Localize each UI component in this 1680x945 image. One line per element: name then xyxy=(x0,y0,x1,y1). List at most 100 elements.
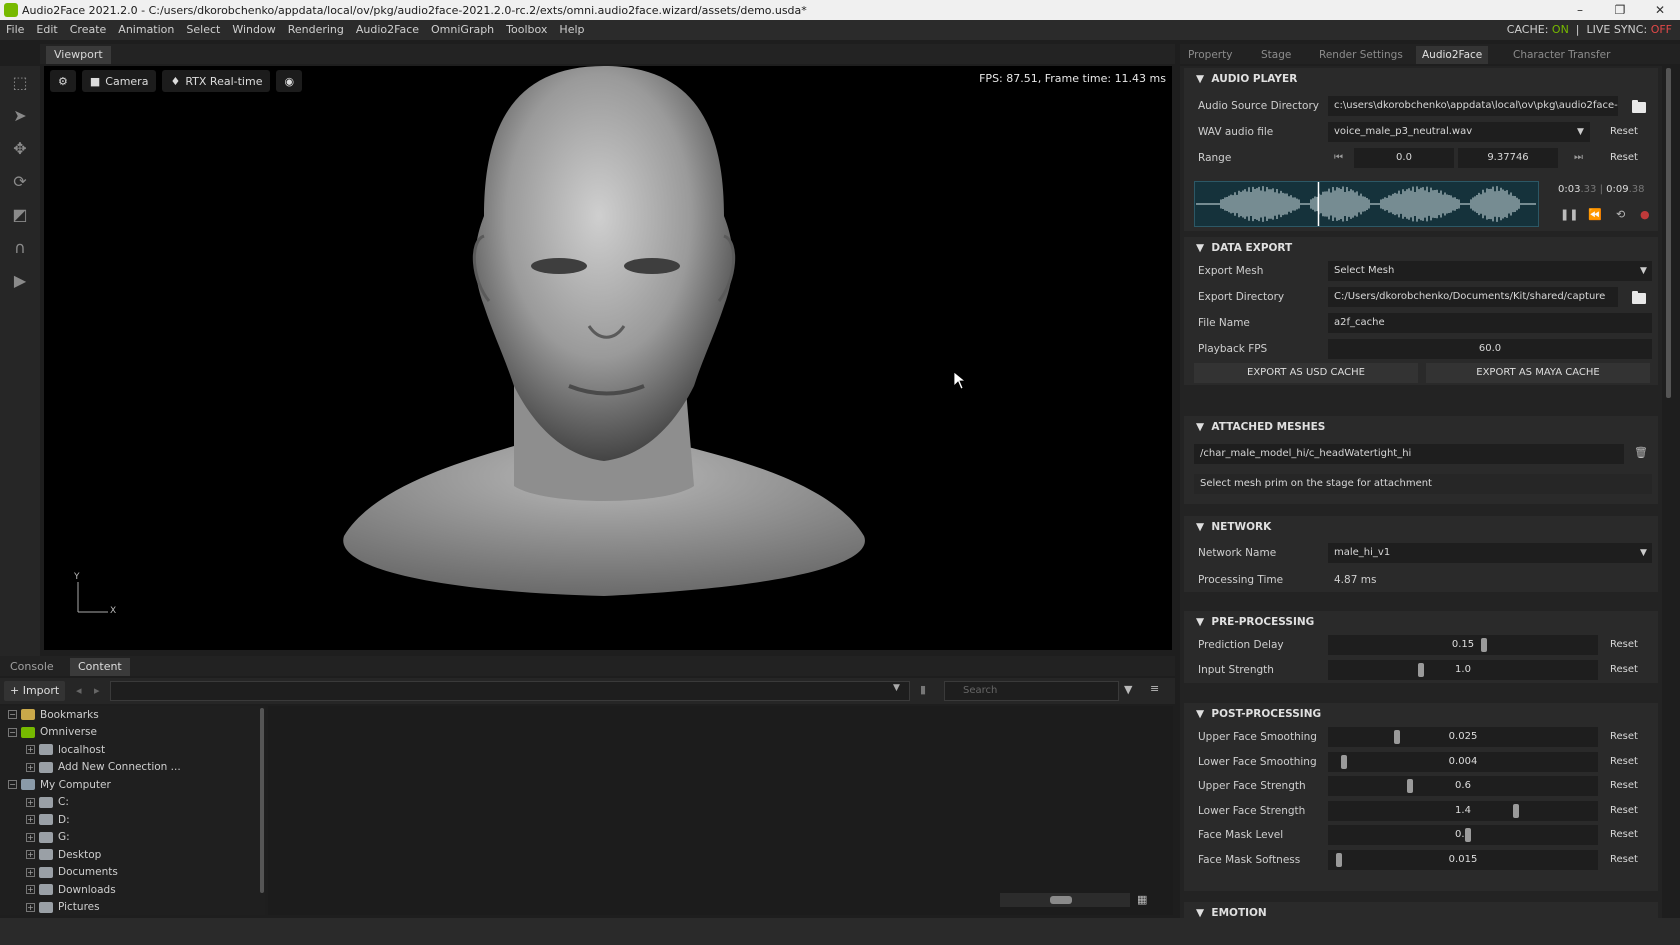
value-slider[interactable]: 1.0 xyxy=(1328,659,1598,680)
reset-button[interactable]: Reset xyxy=(1602,776,1646,796)
live-sync-status[interactable]: OFF xyxy=(1651,23,1672,36)
slider-knob[interactable] xyxy=(1341,754,1348,769)
tab-viewport[interactable]: Viewport xyxy=(46,46,111,64)
expand-icon[interactable]: + xyxy=(26,850,35,860)
expand-icon[interactable]: + xyxy=(26,885,35,895)
slider-knob[interactable] xyxy=(1512,803,1519,818)
slider-knob[interactable] xyxy=(1465,828,1472,842)
path-field[interactable] xyxy=(110,681,910,701)
menu-select[interactable]: Select xyxy=(180,20,226,40)
expand-icon[interactable]: + xyxy=(26,832,35,842)
play-icon[interactable]: ▶ xyxy=(0,264,40,297)
tree-item[interactable]: − Bookmarks xyxy=(0,706,265,724)
tree-item[interactable]: + Downloads xyxy=(0,881,265,899)
path-dropdown-icon[interactable]: ▼ xyxy=(893,683,900,693)
tab-character-transfer[interactable]: Character Transfer xyxy=(1507,46,1616,64)
collapse-icon[interactable]: − xyxy=(8,710,17,720)
reset-button[interactable]: Reset xyxy=(1602,635,1646,655)
chevron-down-icon[interactable]: ▼ xyxy=(1640,548,1647,558)
maximize-icon[interactable]: ❐ xyxy=(1600,0,1640,20)
range-end-icon[interactable]: ⏭ xyxy=(1574,152,1583,163)
menu-omnigraph[interactable]: OmniGraph xyxy=(425,20,500,40)
filter-icon[interactable]: ▼ xyxy=(1124,683,1132,696)
expand-icon[interactable]: + xyxy=(26,797,35,807)
slider-knob[interactable] xyxy=(1417,662,1424,677)
wav-reset-button[interactable]: Reset xyxy=(1602,122,1646,142)
reset-button[interactable]: Reset xyxy=(1602,801,1646,821)
import-button[interactable]: + Import xyxy=(4,681,66,701)
tab-stage[interactable]: Stage xyxy=(1255,46,1297,64)
menu-audio2face[interactable]: Audio2Face xyxy=(350,20,425,40)
bookmark-icon[interactable]: ▮ xyxy=(920,683,926,696)
emotion-header[interactable]: ▼ EMOTION xyxy=(1196,902,1267,918)
tree-item[interactable]: − My Computer xyxy=(0,776,265,794)
tree-item[interactable]: + Desktop xyxy=(0,846,265,864)
range-start-icon[interactable]: ⏮ xyxy=(1334,152,1343,163)
menu-window[interactable]: Window xyxy=(226,20,281,40)
record-icon[interactable]: ● xyxy=(1640,208,1650,221)
tree-item[interactable]: + G: xyxy=(0,829,265,847)
select-mode-icon[interactable]: ⬚ xyxy=(0,66,40,99)
loop-icon[interactable]: ⟲ xyxy=(1616,208,1625,221)
expand-icon[interactable]: + xyxy=(26,867,35,877)
reset-button[interactable]: Reset xyxy=(1602,727,1646,747)
export-maya-cache-button[interactable]: EXPORT AS MAYA CACHE xyxy=(1426,363,1650,383)
export-dir-field[interactable]: C:/Users/dkorobchenko/Documents/Kit/shar… xyxy=(1328,287,1618,307)
value-slider[interactable]: 0.15 xyxy=(1328,635,1598,655)
slider-thumb[interactable] xyxy=(1050,896,1072,904)
slider-knob[interactable] xyxy=(1481,638,1488,652)
range-start-field[interactable]: 0.0 xyxy=(1354,148,1454,168)
value-slider[interactable]: 0.004 xyxy=(1328,751,1598,772)
menu-help[interactable]: Help xyxy=(553,20,590,40)
tab-render-settings[interactable]: Render Settings xyxy=(1313,46,1409,64)
pointer-icon[interactable]: ➤ xyxy=(0,99,40,132)
tab-content[interactable]: Content xyxy=(70,658,130,676)
tab-property[interactable]: Property xyxy=(1182,46,1238,64)
menu-icon[interactable]: ≡ xyxy=(1150,682,1159,695)
value-slider[interactable]: 1.4 xyxy=(1328,800,1598,821)
expand-icon[interactable]: + xyxy=(26,815,35,825)
reset-button[interactable]: Reset xyxy=(1602,850,1646,870)
pause-icon[interactable]: ❚❚ xyxy=(1560,208,1578,221)
folder-icon[interactable] xyxy=(1632,291,1646,304)
menu-animation[interactable]: Animation xyxy=(112,20,180,40)
cache-status[interactable]: ON xyxy=(1552,23,1569,36)
camera-button[interactable]: ■ Camera xyxy=(81,70,157,92)
viewport-settings-button[interactable]: ⚙ xyxy=(50,70,76,92)
attached-meshes-header[interactable]: ▼ ATTACHED MESHES xyxy=(1196,416,1325,438)
menu-edit[interactable]: Edit xyxy=(30,20,63,40)
list-view-icon[interactable]: ▦ xyxy=(1137,893,1147,906)
slider-knob[interactable] xyxy=(1407,779,1414,793)
tree-item[interactable]: + Documents xyxy=(0,864,265,882)
expand-icon[interactable]: + xyxy=(26,762,35,772)
network-name-select[interactable]: male_hi_v1 xyxy=(1328,543,1652,563)
thumbnail-size-slider[interactable] xyxy=(1000,893,1130,907)
menu-toolbox[interactable]: Toolbox xyxy=(500,20,553,40)
data-export-header[interactable]: ▼ DATA EXPORT xyxy=(1196,237,1292,259)
tree-item[interactable]: + C: xyxy=(0,794,265,812)
file-name-field[interactable]: a2f_cache xyxy=(1328,313,1652,333)
tree-item[interactable]: + D: xyxy=(0,811,265,829)
reset-button[interactable]: Reset xyxy=(1602,825,1646,845)
chevron-down-icon[interactable]: ▼ xyxy=(1577,127,1584,137)
tree-scrollbar[interactable] xyxy=(260,708,264,893)
playback-fps-field[interactable]: 60.0 xyxy=(1328,339,1652,359)
value-slider[interactable]: 0.5 xyxy=(1328,825,1598,845)
viewport[interactable]: ⚙ ■ Camera ♦ RTX Real-time ◉ FPS: 87.51,… xyxy=(44,66,1172,650)
scale-icon[interactable]: ◩ xyxy=(0,198,40,231)
tree-item[interactable]: − Omniverse xyxy=(0,724,265,742)
search-input[interactable]: Search xyxy=(944,681,1119,701)
audio-source-dir-field[interactable]: c:\users\dkorobchenko\appdata\local\ov\p… xyxy=(1328,96,1618,116)
tab-audio2face[interactable]: Audio2Face xyxy=(1416,46,1489,64)
collapse-icon[interactable]: − xyxy=(8,727,17,737)
snap-icon[interactable]: ∩ xyxy=(0,231,40,264)
wav-file-select[interactable]: voice_male_p3_neutral.wav xyxy=(1328,122,1590,142)
attached-mesh-path[interactable]: /char_male_model_hi/c_headWatertight_hi xyxy=(1194,444,1624,464)
post-processing-header[interactable]: ▼ POST-PROCESSING xyxy=(1196,703,1321,725)
tree-item[interactable]: + localhost xyxy=(0,741,265,759)
back-arrow-icon[interactable]: ◂ xyxy=(76,684,82,697)
reset-button[interactable]: Reset xyxy=(1602,752,1646,772)
menu-file[interactable]: File xyxy=(0,20,30,40)
expand-icon[interactable]: + xyxy=(26,745,35,755)
minimize-icon[interactable]: – xyxy=(1560,0,1600,20)
